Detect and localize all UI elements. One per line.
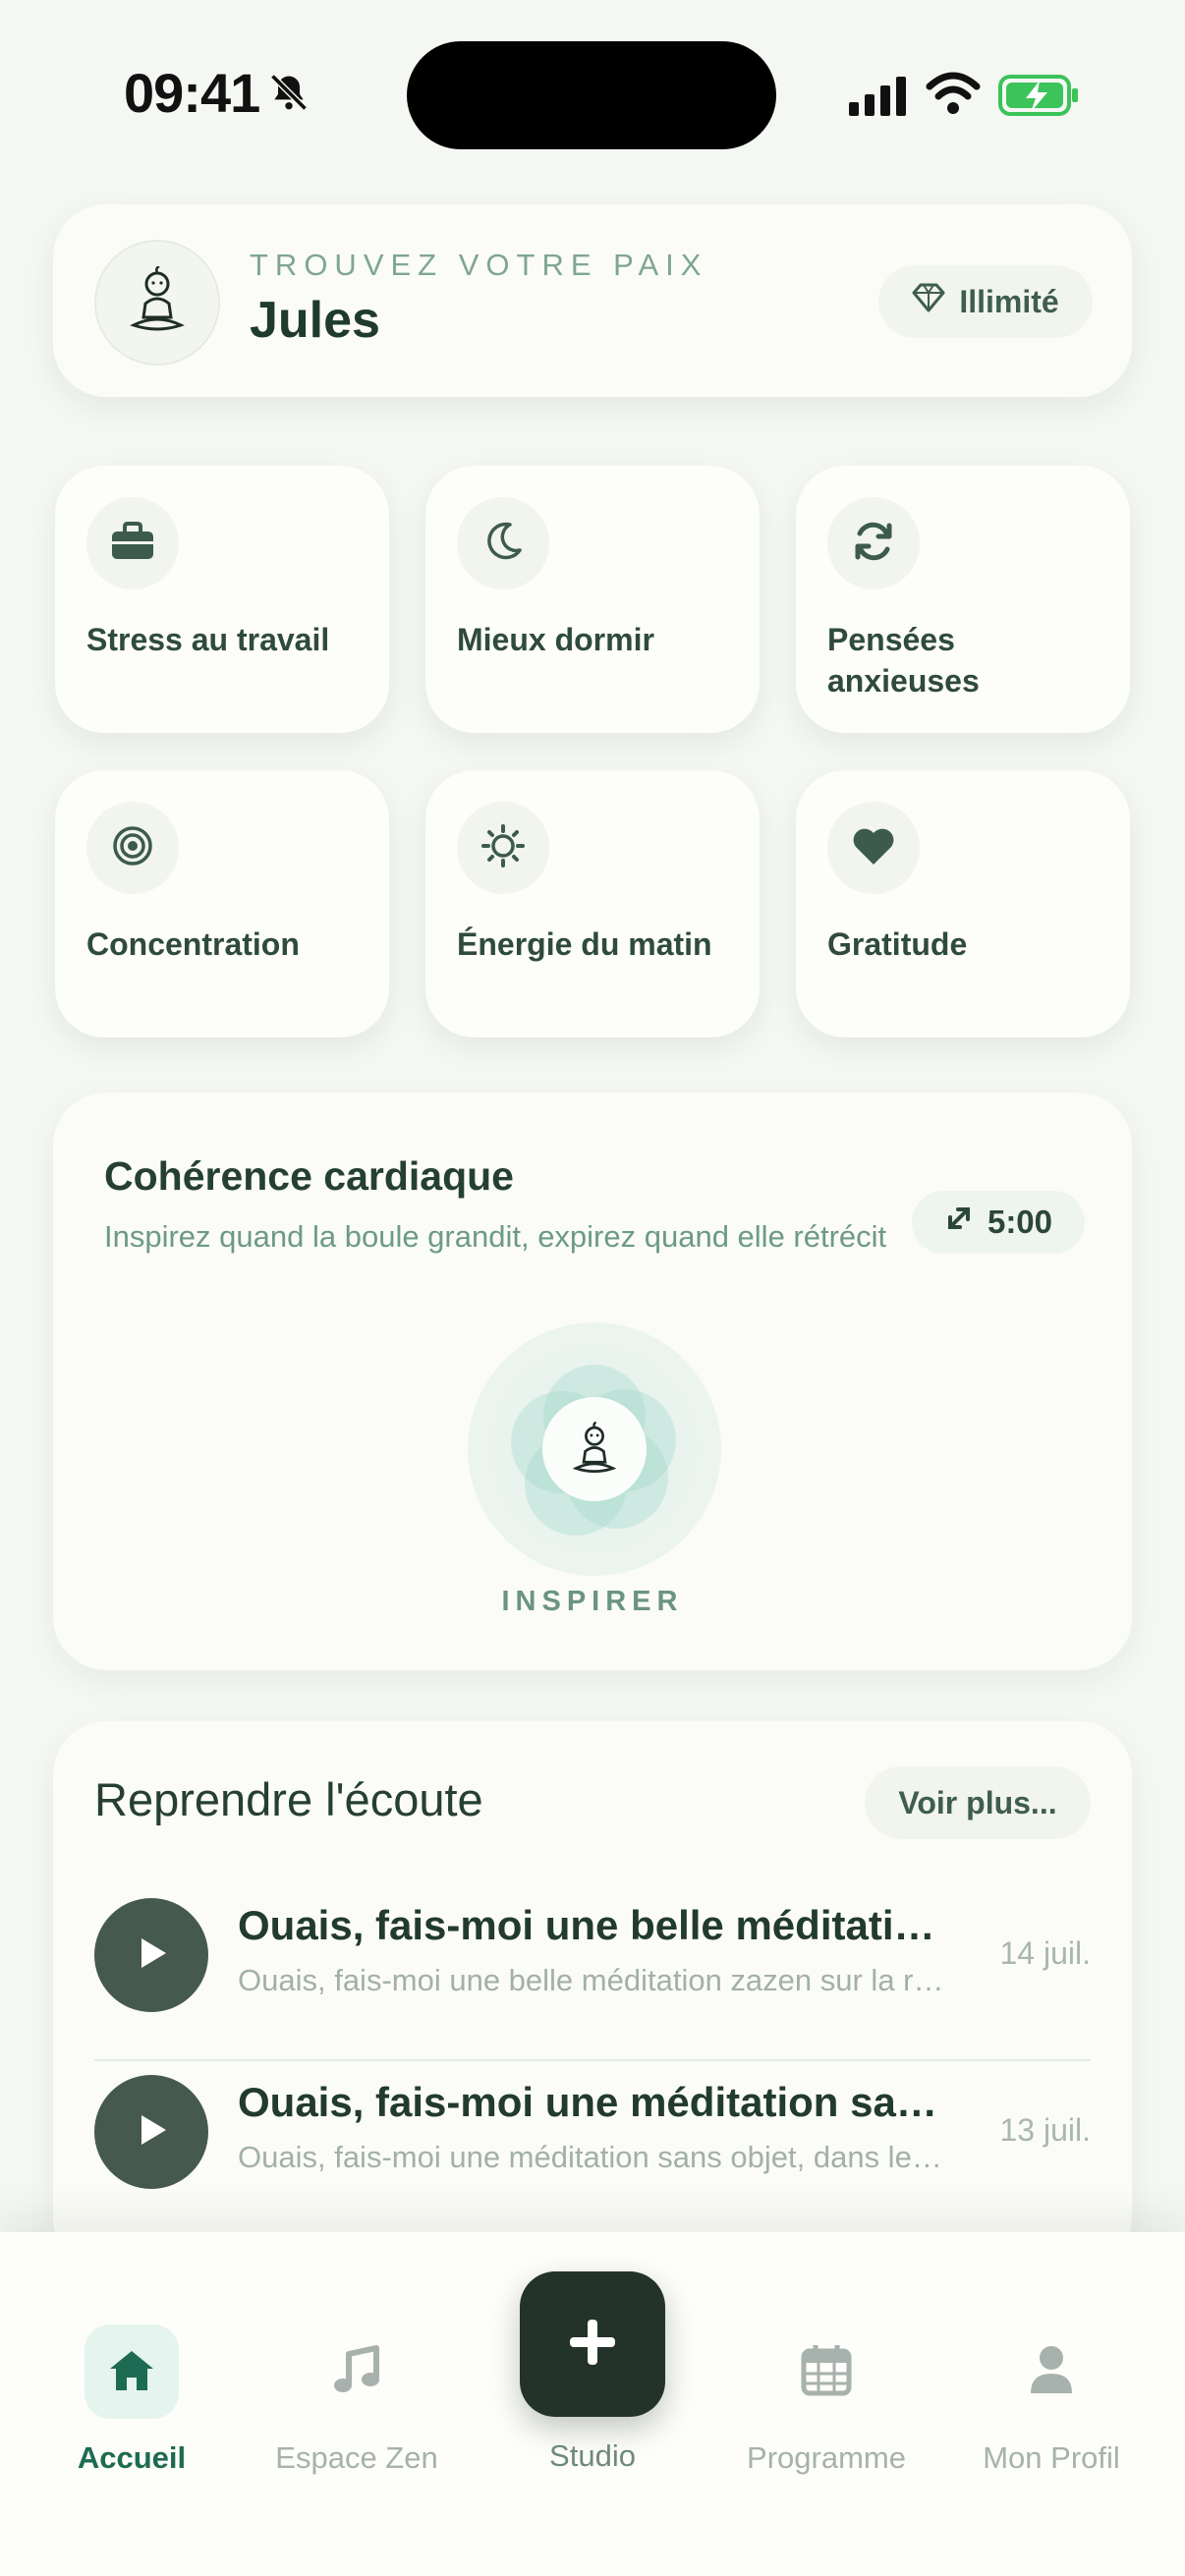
play-icon [132,2110,171,2155]
plan-badge[interactable]: Illimité [878,265,1093,338]
plan-label: Illimité [959,283,1059,319]
theme-label: Concentration [86,926,300,962]
tab-label: Espace Zen [275,2440,438,2475]
breathing-phase: INSPIRER [501,1586,684,1617]
studio-label[interactable]: Studio [480,2438,705,2474]
tab-profile[interactable]: Mon Profil [943,2324,1159,2476]
session-row[interactable]: Ouais, fais-moi une belle méditation zaz… [94,1882,1091,2061]
wifi-icon [926,71,981,121]
tab-home[interactable]: Accueil [24,2324,240,2476]
session-subtitle: Ouais, fais-moi une méditation sans obje… [238,2140,945,2174]
theme-label: Stress au travail [86,622,330,657]
welcome-card: TROUVEZ VOTRE PAIX Jules Illimité [53,204,1132,397]
meditator-avatar[interactable] [94,240,220,365]
resume-listening-card: Reprendre l'écoute Voir plus... Ouais, f… [53,1721,1132,2271]
calendar-icon [801,2343,852,2401]
session-date: 14 juil. [999,1935,1092,1971]
plus-icon [566,2316,619,2374]
session-date: 13 juil. [999,2112,1092,2148]
cellular-signal-icon [849,75,908,121]
theme-label: Énergie du matin [457,926,712,962]
bell-muted-icon [267,71,310,119]
battery-charging-icon [998,75,1081,121]
play-icon [132,1933,171,1978]
theme-label: Mieux dormir [457,622,654,657]
user-icon [1029,2344,1074,2400]
theme-tile-sleep[interactable]: Mieux dormir [425,466,760,733]
meditating-figure-icon [570,1421,619,1483]
session-title: Ouais, fais-moi une méditation sans obje… [238,2079,945,2125]
meditating-figure-icon [126,264,189,340]
theme-tile-focus[interactable]: Concentration [55,770,389,1037]
tab-label: Mon Profil [983,2440,1120,2475]
music-note-icon [333,2344,380,2400]
breathing-instructions: Inspirez quand la boule grandit, expirez… [104,1219,887,1254]
home-icon [106,2347,157,2397]
session-title: Ouais, fais-moi une belle méditation zaz… [238,1902,945,1948]
bottom-tab-bar: Accueil Espace Zen Studio Programme Mon … [0,2232,1185,2576]
breathing-title: Cohérence cardiaque [104,1153,514,1199]
expand-duration-button[interactable]: 5:00 [912,1191,1085,1254]
refresh-icon [852,520,895,568]
target-icon [111,824,154,872]
diamond-icon [912,283,945,320]
user-name: Jules [250,292,380,349]
tagline: TROUVEZ VOTRE PAIX [250,248,708,282]
play-button[interactable] [94,1898,208,2012]
heart-icon [851,825,896,871]
tab-label: Programme [747,2440,906,2475]
briefcase-icon [110,521,155,566]
dynamic-island [407,41,776,149]
expand-arrows-icon [944,1204,974,1241]
session-subtitle: Ouais, fais-moi une belle méditation zaz… [238,1963,945,1997]
duration-label: 5:00 [987,1204,1053,1240]
moon-icon [482,521,524,567]
see-more-button[interactable]: Voir plus... [865,1766,1091,1839]
breathing-card: Cohérence cardiaque Inspirez quand la bo… [53,1092,1132,1670]
theme-tile-morning[interactable]: Énergie du matin [425,770,760,1037]
theme-tile-anxious[interactable]: Pensées anxieuses [796,466,1130,733]
theme-label: Pensées anxieuses [827,622,980,699]
tab-zen-space[interactable]: Espace Zen [249,2324,465,2476]
breathing-orb[interactable] [468,1322,721,1576]
theme-tile-stress[interactable]: Stress au travail [55,466,389,733]
sun-icon [480,823,526,873]
theme-label: Gratitude [827,926,968,962]
resume-title: Reprendre l'écoute [94,1773,483,1825]
studio-create-button[interactable] [520,2271,665,2417]
theme-tile-gratitude[interactable]: Gratitude [796,770,1130,1037]
session-row[interactable]: Ouais, fais-moi une méditation sans obje… [94,2059,1091,2238]
tab-label: Accueil [77,2440,187,2475]
tab-program[interactable]: Programme [718,2324,934,2476]
play-button[interactable] [94,2075,208,2189]
status-time: 09:41 [124,62,260,124]
